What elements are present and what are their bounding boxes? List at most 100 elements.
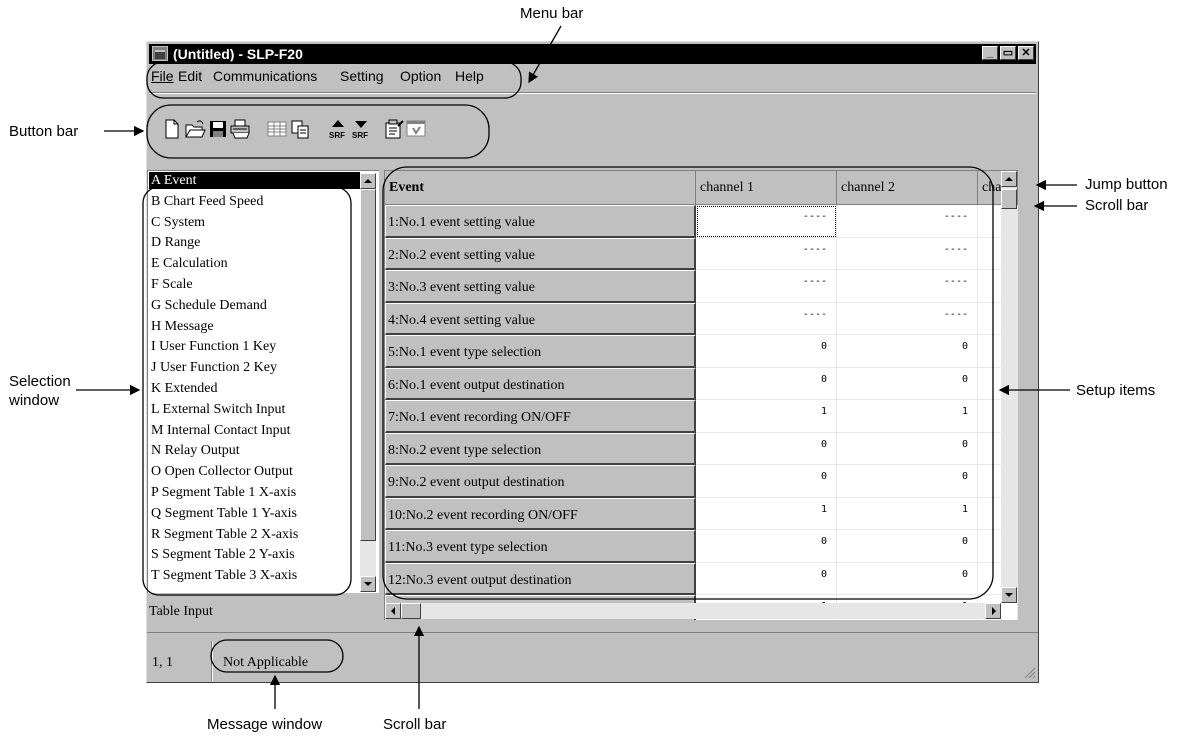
status-divider: [211, 641, 213, 681]
setup-item-label[interactable]: 12:No.3 event output destination: [385, 562, 696, 595]
setup-value-cell[interactable]: 1: [837, 497, 978, 530]
setup-value-cell[interactable]: 0: [696, 432, 837, 465]
setup-item-label[interactable]: 9:No.2 event output destination: [385, 465, 696, 498]
selection-item[interactable]: I User Function 1 Key: [149, 338, 360, 355]
selection-scroll-down-button[interactable]: [360, 576, 376, 592]
setup-value-cell[interactable]: ----: [837, 302, 978, 335]
selection-item[interactable]: H Message: [149, 318, 360, 335]
grid-vertical-scroll-thumb[interactable]: [1001, 189, 1017, 209]
setup-item-label[interactable]: 2:No.2 event setting value: [385, 237, 696, 270]
setup-item-label[interactable]: 5:No.1 event type selection: [385, 335, 696, 368]
setup-value-cell[interactable]: ----: [837, 205, 978, 238]
maximize-button[interactable]: ▭: [1000, 46, 1016, 60]
setup-item-label[interactable]: 1:No.1 event setting value: [385, 205, 696, 238]
app-icon[interactable]: [152, 46, 168, 61]
setup-value-cell[interactable]: 0: [837, 367, 978, 400]
setup-value-cell[interactable]: 0: [837, 335, 978, 368]
selection-item[interactable]: F Scale: [149, 276, 360, 293]
selection-item[interactable]: M Internal Contact Input: [149, 422, 360, 439]
selection-item[interactable]: R Segment Table 2 X-axis: [149, 526, 360, 543]
grid-horizontal-scrollbar[interactable]: [385, 603, 1001, 619]
setup-items-callout: Setup items: [1076, 382, 1156, 399]
grid-vertical-scrollbar[interactable]: [1001, 171, 1017, 603]
selection-scrollbar[interactable]: [360, 173, 376, 592]
setup-value-cell[interactable]: ----: [837, 270, 978, 303]
selection-item[interactable]: A Event: [149, 172, 360, 189]
header-event[interactable]: Event: [385, 171, 696, 205]
srf-upload-icon[interactable]: SRF: [327, 118, 349, 140]
setup-value-cell[interactable]: 0: [696, 530, 837, 563]
setup-value-cell[interactable]: ----: [837, 237, 978, 270]
menu-option[interactable]: Option: [400, 68, 441, 84]
minimize-button[interactable]: _: [982, 46, 998, 60]
selection-item[interactable]: C System: [149, 214, 360, 231]
menu-bar: File Edit Communications Setting Option …: [149, 66, 1036, 86]
properties-icon[interactable]: [383, 118, 405, 140]
selection-item[interactable]: E Calculation: [149, 255, 360, 272]
selection-item[interactable]: N Relay Output: [149, 442, 360, 459]
setup-item-label[interactable]: 6:No.1 event output destination: [385, 367, 696, 400]
setup-value-cell[interactable]: 1: [696, 400, 837, 433]
setup-value-cell[interactable]: 0: [837, 562, 978, 595]
setup-item-label[interactable]: 11:No.3 event type selection: [385, 530, 696, 563]
setup-item-label[interactable]: 8:No.2 event type selection: [385, 432, 696, 465]
setup-value-cell[interactable]: 1: [696, 497, 837, 530]
setup-item-label[interactable]: 4:No.4 event setting value: [385, 302, 696, 335]
header-channel-2[interactable]: channel 2: [837, 171, 978, 205]
cursor-position: 1, 1: [152, 655, 173, 670]
setup-items-grid[interactable]: Event channel 1 channel 2 chan 1:No.1 event …: [384, 170, 1018, 620]
setup-value-cell[interactable]: 1: [837, 400, 978, 433]
menu-file[interactable]: File: [151, 68, 174, 84]
setup-value-cell[interactable]: ----: [696, 302, 837, 335]
selection-item[interactable]: D Range: [149, 234, 360, 251]
setup-value-cell[interactable]: 0: [837, 432, 978, 465]
selection-item[interactable]: P Segment Table 1 X-axis: [149, 484, 360, 501]
setup-value-cell[interactable]: ----: [696, 237, 837, 270]
srf-download-icon[interactable]: SRF: [350, 118, 372, 140]
info-icon[interactable]: [405, 118, 427, 140]
setup-value-cell[interactable]: ----: [696, 205, 837, 238]
selection-item[interactable]: L External Switch Input: [149, 401, 360, 418]
header-channel-1[interactable]: channel 1: [696, 171, 837, 205]
setup-value-cell[interactable]: 0: [696, 562, 837, 595]
resize-grip-icon[interactable]: [1022, 665, 1036, 679]
selection-scroll-up-button[interactable]: [360, 173, 376, 189]
menu-setting[interactable]: Setting: [340, 68, 384, 84]
save-disk-icon[interactable]: [207, 118, 229, 140]
setup-item-label[interactable]: 10:No.2 event recording ON/OFF: [385, 497, 696, 530]
selection-item[interactable]: J User Function 2 Key: [149, 359, 360, 376]
copy-icon[interactable]: [289, 118, 311, 140]
selection-item[interactable]: K Extended: [149, 380, 360, 397]
selection-item[interactable]: Q Segment Table 1 Y-axis: [149, 505, 360, 522]
setup-value-cell[interactable]: 0: [837, 530, 978, 563]
setup-value-cell[interactable]: 0: [696, 465, 837, 498]
table-icon[interactable]: [266, 118, 288, 140]
setup-item-label[interactable]: 3:No.3 event setting value: [385, 270, 696, 303]
selection-item[interactable]: T Segment Table 3 X-axis: [149, 567, 360, 584]
setup-value-cell[interactable]: ----: [696, 270, 837, 303]
new-file-icon[interactable]: [161, 118, 183, 140]
print-icon[interactable]: [229, 118, 251, 140]
button-bar-callout: Button bar: [9, 123, 79, 140]
close-button[interactable]: ✕: [1018, 46, 1034, 60]
setup-value-cell[interactable]: 0: [696, 335, 837, 368]
selection-item[interactable]: B Chart Feed Speed: [149, 193, 360, 210]
selection-scroll-thumb[interactable]: [360, 189, 376, 541]
grid-scroll-left-button[interactable]: [385, 603, 401, 619]
jump-button[interactable]: [1001, 171, 1017, 187]
menu-edit[interactable]: Edit: [178, 68, 202, 84]
selection-item[interactable]: S Segment Table 2 Y-axis: [149, 546, 360, 563]
grid-scroll-right-button[interactable]: [985, 603, 1001, 619]
grid-scroll-down-button[interactable]: [1001, 587, 1017, 603]
setup-value-cell[interactable]: 0: [696, 367, 837, 400]
menu-communications[interactable]: Communications: [213, 68, 317, 84]
menu-help[interactable]: Help: [455, 68, 484, 84]
setup-value-cell[interactable]: 0: [837, 465, 978, 498]
selection-window[interactable]: A Event B Chart Feed Speed C System D Range…: [147, 170, 379, 593]
grid-horizontal-scroll-thumb[interactable]: [401, 603, 421, 619]
title-bar[interactable]: (Untitled) - SLP-F20 _ ▭ ✕: [149, 44, 1036, 64]
open-folder-icon[interactable]: [184, 118, 206, 140]
setup-item-label[interactable]: 7:No.1 event recording ON/OFF: [385, 400, 696, 433]
selection-item[interactable]: G Schedule Demand: [149, 297, 360, 314]
selection-item[interactable]: O Open Collector Output: [149, 463, 360, 480]
